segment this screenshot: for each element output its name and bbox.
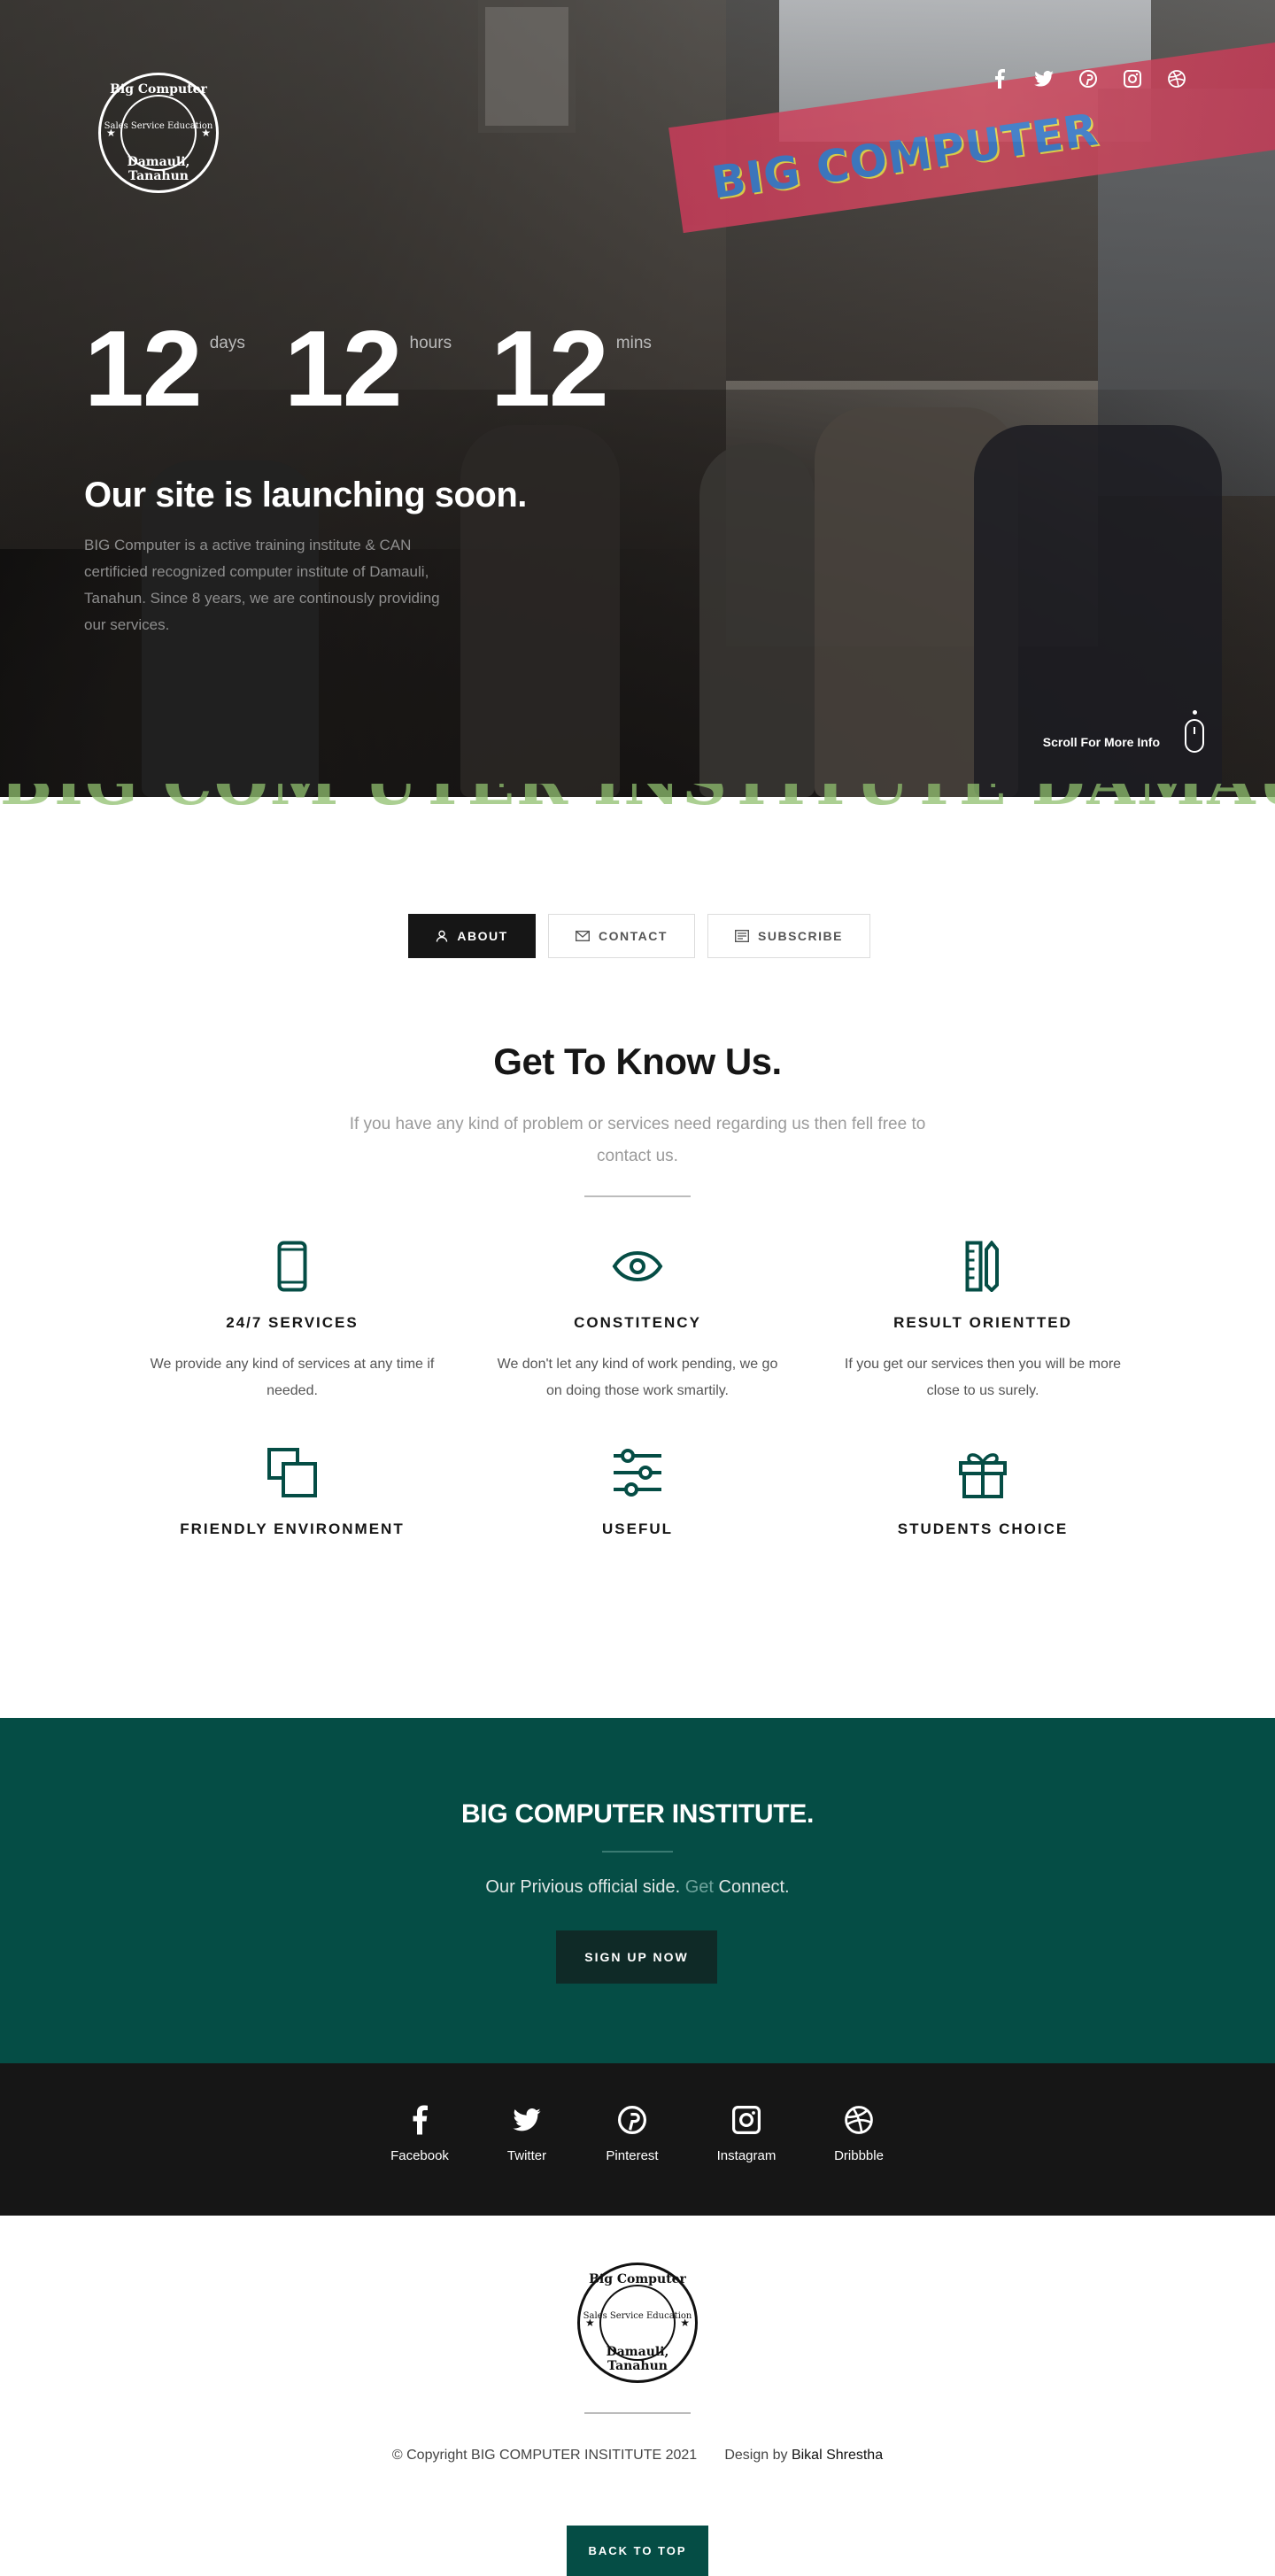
countdown-hours-unit: hours (409, 334, 452, 352)
feature-description: We provide any kind of services at any t… (150, 1357, 435, 1398)
copyright-line: © Copyright BIG COMPUTER INSITITUTE 2021… (0, 2448, 1275, 2464)
twitter-icon[interactable] (1034, 69, 1054, 89)
logo-top-text: Big Computer (110, 82, 207, 97)
copyright-text: © Copyright BIG COMPUTER INSITITUTE 2021 (391, 2448, 698, 2463)
cta-title: BIG COMPUTER INSTITUTE. (460, 1799, 815, 1829)
tab-about[interactable]: ABOUT (408, 914, 536, 958)
pinterest-icon[interactable] (1078, 69, 1098, 89)
cta-text: Our Privious official side. Get Connect. (0, 1877, 1275, 1898)
footer-social-dribbble[interactable]: Dribbble (806, 2102, 912, 2163)
cta-section: BIG COMPUTER INSTITUTE. Our Privious off… (0, 1718, 1275, 2063)
gift-icon (956, 1446, 1009, 1499)
divider (584, 1195, 691, 1197)
feature-constitency: CONSTITENCY We don't let any kind of wor… (491, 1240, 784, 1404)
designer-link[interactable]: Bikal Shrestha (792, 2448, 883, 2463)
logo-center-text: Sales Service Education (104, 121, 213, 131)
pinterest-icon (614, 2102, 650, 2138)
footer-social-label: Dribbble (834, 2148, 884, 2163)
launch-title: Our site is launching soon. (84, 476, 527, 514)
star-icon: ★ (201, 127, 211, 139)
instagram-icon (729, 2102, 764, 2138)
cta-text-prefix: Our Privious official side. (485, 1877, 681, 1897)
feature-description: We don't let any kind of work pending, w… (497, 1357, 778, 1398)
site-logo[interactable]: Big Computer Sales Service Education Dam… (98, 73, 219, 193)
footer-social-label: Twitter (506, 2148, 547, 2163)
tab-subscribe[interactable]: SUBSCRIBE (707, 914, 870, 958)
footer-social-label: Instagram (716, 2148, 777, 2163)
user-icon (437, 930, 448, 942)
footer-social-instagram[interactable]: Instagram (693, 2102, 800, 2163)
feature-students-choice: STUDENTS CHOICE (837, 1446, 1129, 1538)
logo-center-text: Sales Service Education (583, 2311, 692, 2321)
tab-about-label: ABOUT (457, 929, 508, 943)
hero-section: BIG COMPUTER Big Computer Sales Service … (0, 0, 1275, 797)
logo-bottom-text: Damauli, Tanahun (606, 2345, 669, 2373)
logo-top-text: Big Computer (589, 2272, 686, 2286)
countdown-mins-unit: mins (615, 334, 652, 352)
facebook-icon[interactable] (990, 69, 1009, 89)
tab-contact-label: CONTACT (599, 929, 668, 943)
countdown-days-unit: days (209, 334, 245, 352)
twitter-icon (509, 2102, 545, 2138)
feature-description: If you get our services then you will be… (844, 1357, 1122, 1398)
scroll-for-more-link[interactable]: Scroll For More Info (1043, 735, 1160, 749)
tab-contact[interactable]: CONTACT (548, 914, 695, 958)
star-icon: ★ (680, 2317, 690, 2329)
dribbble-icon[interactable] (1167, 69, 1186, 89)
scroll-indicator-dot (1193, 710, 1197, 715)
layers-icon (266, 1446, 319, 1499)
footer-social-label: Facebook (390, 2148, 449, 2163)
countdown-hours-value: 12 (283, 308, 403, 429)
footer-logo[interactable]: Big Computer Sales Service Education Dam… (577, 2263, 698, 2383)
divider (584, 2412, 691, 2414)
eye-icon (611, 1240, 664, 1293)
countdown-days-value: 12 (84, 308, 203, 429)
mail-icon (576, 931, 591, 941)
feature-title: CONSTITENCY (574, 1314, 701, 1331)
dribbble-icon (841, 2102, 877, 2138)
cta-text-suffix: Connect. (718, 1877, 790, 1897)
logo-bottom-text: Damauli, Tanahun (127, 155, 190, 183)
crowd-figure (699, 443, 815, 797)
phone-icon (266, 1240, 319, 1293)
divider (602, 1851, 673, 1853)
feature-result-oriented: RESULT ORIENTTED If you get our services… (837, 1240, 1129, 1404)
hero-background-window (478, 0, 576, 133)
footer-social-section: Facebook Twitter Pinterest Instagram Dri… (0, 2063, 1275, 2216)
footer-social-label: Pinterest (606, 2148, 659, 2163)
star-icon: ★ (106, 127, 116, 139)
hero-social-links (990, 69, 1186, 89)
about-subtitle: If you have any kind of problem or servi… (349, 1115, 926, 1165)
footer-social-pinterest[interactable]: Pinterest (579, 2102, 685, 2163)
feature-friendly-environment: FRIENDLY ENVIRONMENT (146, 1446, 438, 1538)
tab-subscribe-label: SUBSCRIBE (758, 929, 843, 943)
mouse-scroll-icon[interactable] (1185, 719, 1204, 753)
instagram-icon[interactable] (1123, 69, 1142, 89)
cta-get-link[interactable]: Get (685, 1877, 714, 1897)
countdown-timer: 12 days 12 hours 12 mins (84, 314, 691, 422)
sliders-icon (611, 1446, 664, 1499)
about-title: Get To Know Us. (493, 1040, 782, 1082)
feature-title: FRIENDLY ENVIRONMENT (180, 1520, 405, 1537)
back-to-top-button[interactable]: BACK TO TOP (567, 2526, 708, 2576)
facebook-icon (402, 2102, 437, 2138)
footer-social-facebook[interactable]: Facebook (367, 2102, 473, 2163)
feature-title: RESULT ORIENTTED (893, 1314, 1072, 1331)
feature-useful: USEFUL (491, 1446, 784, 1538)
pencil-ruler-icon (956, 1240, 1009, 1293)
design-by-label: Design by (724, 2448, 788, 2463)
footer-social-twitter[interactable]: Twitter (474, 2102, 580, 2163)
decorative-text-strip: BIG COM UTER INSTITUTE DAMAULI (0, 784, 1275, 819)
feature-title: STUDENTS CHOICE (897, 1520, 1069, 1537)
sign-up-button[interactable]: SIGN UP NOW (556, 1930, 717, 1984)
countdown-mins-value: 12 (491, 308, 609, 429)
launch-description: BIG Computer is a active training instit… (84, 537, 440, 633)
newsletter-icon (735, 930, 750, 942)
feature-24-7-services: 24/7 SERVICES We provide any kind of ser… (146, 1240, 438, 1404)
feature-title: USEFUL (602, 1520, 673, 1537)
star-icon: ★ (585, 2317, 595, 2329)
section-tabs: ABOUT CONTACT SUBSCRIBE (408, 914, 870, 958)
hero-banner-text: BIG COMPUTER (708, 104, 1102, 209)
feature-title: 24/7 SERVICES (226, 1314, 359, 1331)
